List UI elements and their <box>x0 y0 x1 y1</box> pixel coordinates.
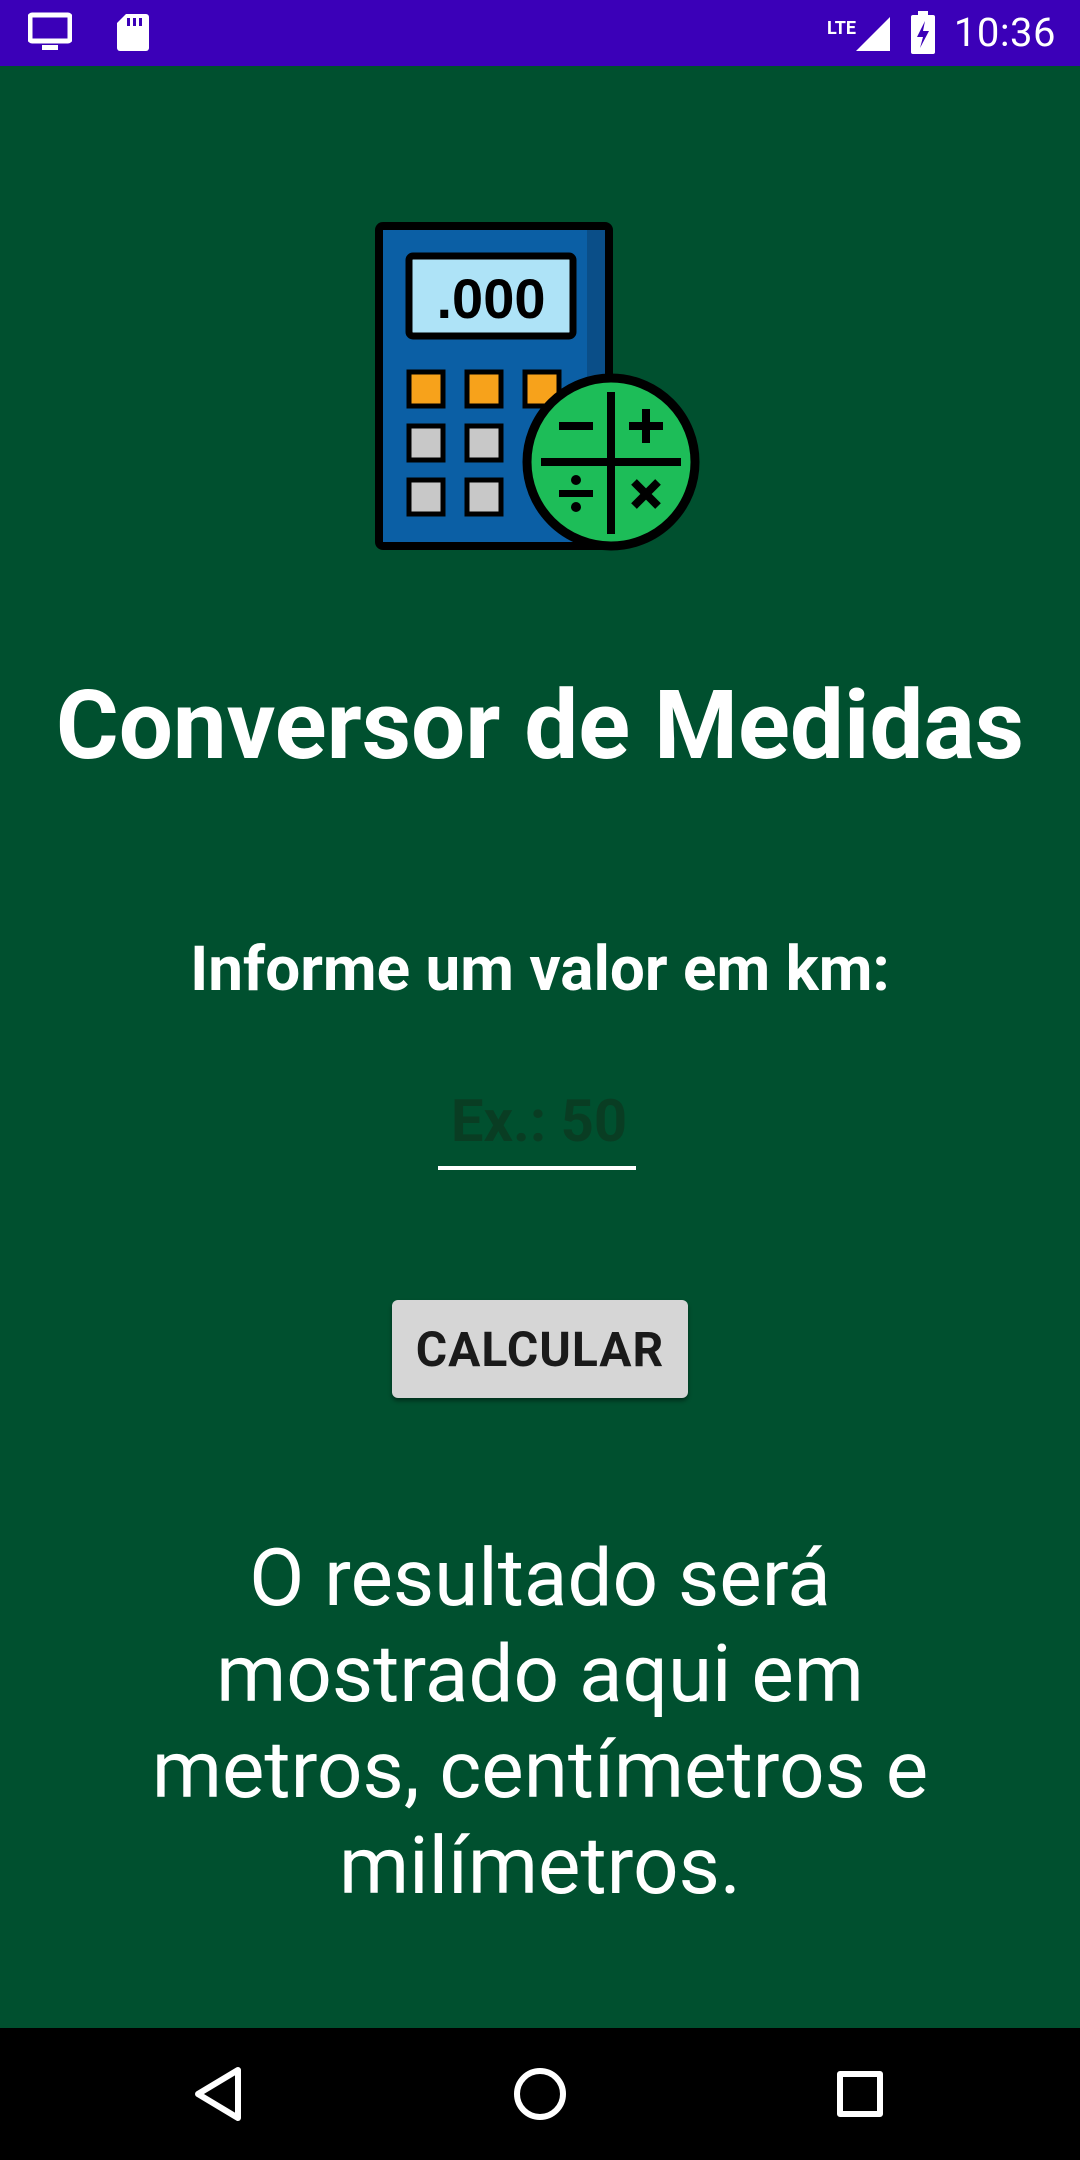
recents-icon[interactable] <box>828 2062 892 2126</box>
status-notifications <box>28 12 150 52</box>
calculator-logo-icon: .000 <box>375 222 700 551</box>
monitor-icon <box>28 12 72 50</box>
km-input-container <box>438 1076 640 1170</box>
navigation-bar <box>0 2028 1080 2160</box>
battery-charging-icon <box>910 11 935 54</box>
calculate-button[interactable]: CALCULAR <box>392 1300 688 1398</box>
logo-display: .000 <box>437 267 546 330</box>
home-icon[interactable] <box>508 2062 572 2126</box>
result-text: O resultado será mostrado aqui em metros… <box>151 1531 929 1913</box>
sd-card-icon <box>117 14 149 51</box>
status-system: LTE 10:36 <box>827 8 1056 58</box>
main-content: .000 Conversor de Medidas Informe um val… <box>0 66 1080 2028</box>
app-title: Conversor de Medidas <box>55 670 1025 782</box>
km-input[interactable] <box>438 1076 640 1168</box>
network-type: LTE <box>826 18 856 39</box>
input-prompt-label: Informe um valor em km: <box>190 933 890 1006</box>
back-icon[interactable] <box>188 2062 252 2126</box>
status-bar: LTE 10:36 <box>0 0 1080 66</box>
signal-icon <box>855 17 890 51</box>
clock: 10:36 <box>953 9 1056 56</box>
